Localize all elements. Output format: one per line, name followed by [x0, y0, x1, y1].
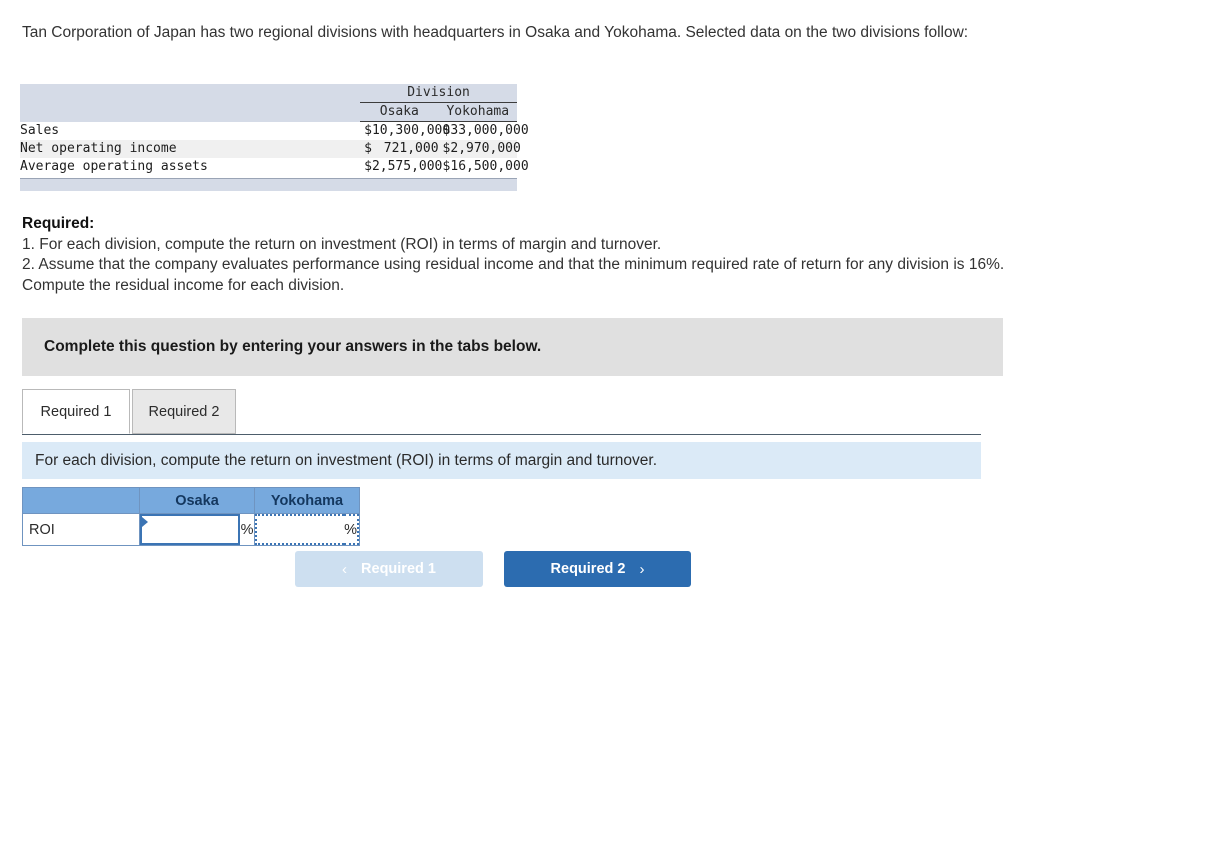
table-row: Net operating income $721,000 $2,970,000: [20, 140, 521, 158]
answer-row-label-roi: ROI: [22, 513, 140, 546]
cell-value: 16,500,000: [450, 159, 529, 174]
question-prompt-text: For each division, compute the return on…: [35, 451, 657, 469]
cell-value: 2,575,000: [371, 159, 443, 174]
answer-table-row-roi: ROI % %: [22, 513, 360, 546]
table-footer-band: [20, 178, 517, 191]
tab-required-1[interactable]: Required 1: [22, 389, 130, 434]
cell-assets-yokohama: $16,500,000: [439, 158, 529, 176]
question-prompt-band: For each division, compute the return on…: [22, 442, 981, 479]
roi-osaka-percent-unit: %: [240, 514, 254, 545]
required-heading: Required:: [22, 215, 95, 232]
division-group-header: Division: [360, 84, 517, 103]
tab-strip-underline: [22, 434, 981, 435]
next-required-2-label: Required 2: [550, 561, 626, 577]
roi-osaka-input-wrapper[interactable]: [140, 514, 241, 545]
roi-osaka-input[interactable]: [142, 516, 239, 543]
answer-cell-yokohama-inner: %: [255, 514, 359, 545]
column-header-osaka: Osaka: [360, 102, 439, 122]
chevron-left-icon: ‹: [342, 560, 348, 578]
currency-symbol: $: [364, 123, 372, 138]
tab-required-1-label: Required 1: [40, 403, 112, 420]
currency-symbol: $: [442, 159, 451, 174]
roi-yokohama-input[interactable]: [257, 516, 345, 543]
answer-cell-osaka-inner: %: [140, 514, 254, 545]
navigation-buttons: ‹ Required 1 Required 2 ›: [295, 551, 691, 587]
answer-cell-roi-osaka[interactable]: %: [139, 513, 255, 546]
row-label-net-operating-income: Net operating income: [20, 141, 177, 156]
table-row: Sales $10,300,000 $33,000,000: [20, 122, 529, 141]
cell-sales-osaka: $10,300,000: [360, 122, 450, 141]
table-row: Average operating assets $2,575,000 $16,…: [20, 158, 529, 176]
answer-header-yokohama: Yokohama: [254, 487, 360, 514]
currency-symbol: $: [442, 123, 451, 138]
chevron-right-icon: ›: [639, 560, 645, 578]
given-data-grid: Division Osaka Yokohama Sales $10,300,00…: [20, 84, 529, 176]
table-subheader-row: Osaka Yokohama: [20, 102, 517, 122]
instruction-callout: Complete this question by entering your …: [22, 318, 1003, 376]
answer-table-header-row: Osaka Yokohama: [22, 487, 360, 514]
prev-required-1-label: Required 1: [361, 561, 436, 577]
answer-header-osaka: Osaka: [139, 487, 255, 514]
cell-selection-marker-icon: [142, 517, 148, 527]
header-blank-cell: [20, 84, 361, 103]
tab-strip: Required 1 Required 2: [22, 389, 981, 436]
cell-value: 33,000,000: [450, 123, 529, 138]
roi-yokohama-input-wrapper[interactable]: [255, 514, 345, 545]
column-header-yokohama: Yokohama: [438, 102, 517, 122]
subheader-blank-cell: [20, 102, 361, 122]
table-header-group-row: Division: [20, 84, 517, 103]
cell-noi-yokohama: $2,970,000: [439, 140, 521, 158]
tab-required-2[interactable]: Required 2: [132, 389, 236, 434]
answer-table: Osaka Yokohama ROI % %: [22, 487, 360, 546]
cell-value: 721,000: [383, 141, 439, 156]
answer-header-blank: [22, 487, 140, 514]
instruction-callout-text: Complete this question by entering your …: [44, 338, 542, 355]
problem-intro-text: Tan Corporation of Japan has two regiona…: [22, 24, 969, 41]
required-item-2: 2. Assume that the company evaluates per…: [22, 256, 1005, 294]
currency-symbol: $: [442, 141, 451, 156]
row-label-sales: Sales: [20, 123, 60, 138]
next-required-2-button[interactable]: Required 2 ›: [504, 551, 691, 587]
answer-cell-roi-yokohama[interactable]: %: [254, 513, 360, 546]
cell-assets-osaka: $2,575,000: [360, 158, 442, 176]
required-item-1: 1. For each division, compute the return…: [22, 235, 662, 253]
given-data-table: Division Osaka Yokohama Sales $10,300,00…: [20, 84, 529, 191]
currency-symbol: $: [364, 141, 372, 156]
tab-required-2-label: Required 2: [148, 403, 220, 420]
currency-symbol: $: [364, 159, 372, 174]
roi-yokohama-percent-unit: %: [344, 514, 359, 545]
row-label-average-operating-assets: Average operating assets: [20, 159, 208, 174]
required-section: Required: 1. For each division, compute …: [22, 214, 1052, 296]
prev-required-1-button[interactable]: ‹ Required 1: [295, 551, 483, 587]
cell-sales-yokohama: $33,000,000: [439, 122, 529, 141]
cell-value: 2,970,000: [450, 141, 521, 156]
cell-noi-osaka: $721,000: [360, 140, 438, 158]
